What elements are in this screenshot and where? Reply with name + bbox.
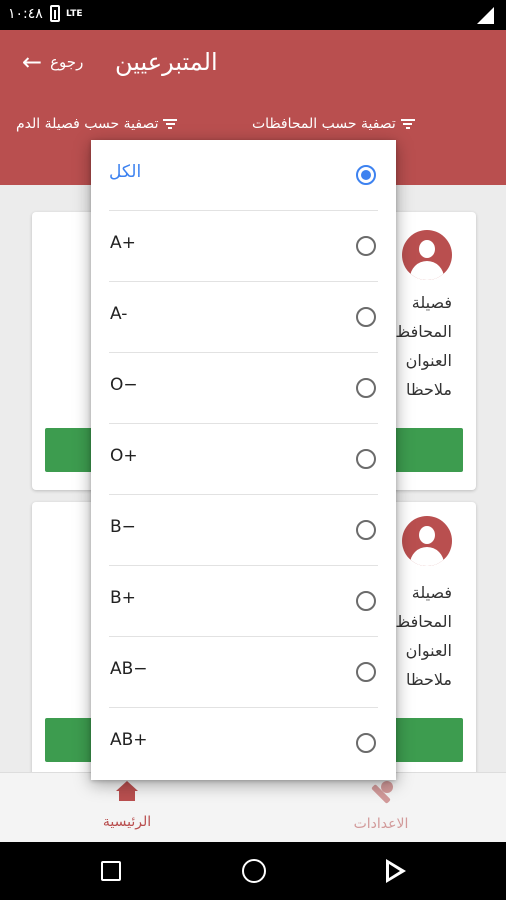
bottom-nav: الرئيسية الاعدادات xyxy=(0,772,506,842)
donor-detail-line: ملاحظا xyxy=(405,670,452,689)
filter-blood-type-button[interactable]: تصفية حسب فصيلة الدم xyxy=(16,116,178,132)
donor-details: فصيلة المحافظ العنوان ملاحظا xyxy=(395,288,452,404)
radio-icon[interactable] xyxy=(356,733,376,753)
filter-governorate-label: تصفية حسب المحافظات xyxy=(252,116,396,132)
avatar-icon xyxy=(402,230,452,280)
option-o-neg[interactable]: O− xyxy=(91,353,396,424)
donor-detail-line: المحافظ xyxy=(395,322,452,341)
home-icon xyxy=(116,781,138,803)
radio-icon[interactable] xyxy=(356,378,376,398)
filter-icon xyxy=(162,119,178,129)
back-label: رجوع xyxy=(50,53,84,71)
recents-button[interactable] xyxy=(101,861,121,881)
radio-icon[interactable] xyxy=(356,236,376,256)
option-a-pos[interactable]: A+ xyxy=(91,211,396,282)
option-b-neg[interactable]: B− xyxy=(91,495,396,566)
filter-governorate-button[interactable]: تصفية حسب المحافظات xyxy=(252,116,416,132)
nav-settings[interactable]: الاعدادات xyxy=(331,781,431,832)
option-all[interactable]: الكل xyxy=(91,140,396,211)
status-icons: LTE xyxy=(50,5,83,22)
option-a-neg[interactable]: A- xyxy=(91,282,396,353)
filter-blood-type-label: تصفية حسب فصيلة الدم xyxy=(16,116,159,132)
radio-selected-icon[interactable] xyxy=(356,165,376,185)
donor-detail-line: ملاحظا xyxy=(405,380,452,399)
donor-detail-line: العنوان xyxy=(405,641,452,660)
lte-indicator: LTE xyxy=(66,8,83,19)
option-label: AB− xyxy=(110,659,148,679)
nav-home[interactable]: الرئيسية xyxy=(77,781,177,830)
status-bar: ١٠:٤٨ LTE xyxy=(0,0,506,30)
system-nav-bar xyxy=(0,842,506,900)
option-label: O− xyxy=(110,375,138,395)
option-o-pos[interactable]: O+ xyxy=(91,424,396,495)
donor-details: فصيلة المحافظ العنوان ملاحظا xyxy=(395,578,452,694)
radio-icon[interactable] xyxy=(356,449,376,469)
donor-detail-line: المحافظ xyxy=(395,612,452,631)
option-label: B+ xyxy=(110,588,136,608)
nav-home-label: الرئيسية xyxy=(102,814,152,830)
radio-icon[interactable] xyxy=(356,307,376,327)
radio-icon[interactable] xyxy=(356,591,376,611)
signal-icon xyxy=(477,7,494,24)
blood-type-popup: الكل A+ A- O− O+ B− B+ AB− AB+ xyxy=(91,140,396,780)
wrench-icon xyxy=(369,781,393,805)
radio-icon[interactable] xyxy=(356,662,376,682)
option-label: B− xyxy=(110,517,136,537)
option-label: الكل xyxy=(109,162,142,182)
option-label: A- xyxy=(110,304,128,324)
nav-settings-label: الاعدادات xyxy=(353,816,409,832)
option-label: O+ xyxy=(110,446,138,466)
avatar-icon xyxy=(402,516,452,566)
back-button[interactable]: ← رجوع xyxy=(22,50,83,74)
status-time: ١٠:٤٨ xyxy=(8,6,43,22)
battery-icon xyxy=(50,5,60,22)
option-ab-neg[interactable]: AB− xyxy=(91,637,396,708)
option-label: AB+ xyxy=(110,730,148,750)
page-title: المتبرعيين xyxy=(115,48,218,76)
option-ab-pos[interactable]: AB+ xyxy=(91,708,396,779)
back-arrow-icon: ← xyxy=(22,48,43,76)
home-system-button[interactable] xyxy=(242,859,266,883)
option-b-pos[interactable]: B+ xyxy=(91,566,396,637)
radio-icon[interactable] xyxy=(356,520,376,540)
filter-icon xyxy=(400,119,416,129)
back-system-button[interactable] xyxy=(386,859,406,883)
option-label: A+ xyxy=(110,233,136,253)
donor-detail-line: فصيلة xyxy=(411,293,452,312)
donor-detail-line: فصيلة xyxy=(411,583,452,602)
donor-detail-line: العنوان xyxy=(405,351,452,370)
